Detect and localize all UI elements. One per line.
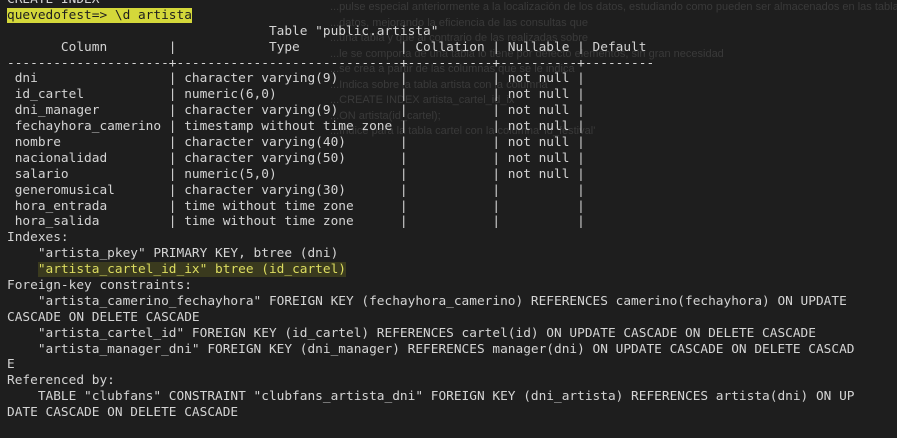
terminal-line: Column | Type | Collation | Nullable | D…	[7, 39, 647, 55]
terminal-line: "artista_camerino_fechayhora" FOREIGN KE…	[7, 293, 847, 309]
terminal-output[interactable]: CREATE INDEXquevedofest=> \d artista Tab…	[7, 0, 897, 421]
terminal-line: fechayhora_camerino | timestamp without …	[7, 119, 585, 135]
terminal-line: Table "public.artista"	[7, 23, 439, 39]
terminal-line: id_cartel | numeric(6,0) | | not null |	[7, 87, 585, 103]
terminal-line: Indexes:	[7, 230, 69, 246]
terminal-line: dni_manager | character varying(9) | | n…	[7, 103, 585, 119]
terminal-line: "artista_manager_dni" FOREIGN KEY (dni_m…	[7, 341, 855, 357]
terminal-line: hora_entrada | time without time zone | …	[7, 198, 585, 214]
terminal-line: ---------------------+------------------…	[7, 55, 655, 71]
terminal-line: DATE CASCADE ON DELETE CASCADE	[7, 405, 239, 421]
terminal-line: nombre | character varying(40) | | not n…	[7, 135, 585, 151]
terminal-line: CASCADE ON DELETE CASCADE	[7, 309, 200, 325]
command-prompt-line: quevedofest=> \d artista	[7, 7, 897, 24]
terminal-line: "artista_pkey" PRIMARY KEY, btree (dni)	[7, 246, 339, 262]
highlighted-index-line: "artista_cartel_id_ix" btree (id_cartel)	[7, 262, 897, 278]
terminal-line: Referenced by:	[7, 373, 115, 389]
terminal-line: dni | character varying(9) | | not null …	[7, 71, 585, 87]
terminal-line: nacionalidad | character varying(50) | |…	[7, 150, 585, 166]
terminal-line: generomusical | character varying(30) | …	[7, 182, 585, 198]
terminal-line: TABLE "clubfans" CONSTRAINT "clubfans_ar…	[7, 389, 855, 405]
terminal-line: salario | numeric(5,0) | | not null |	[7, 166, 585, 182]
terminal-line: E	[7, 357, 15, 373]
terminal-line: CREATE INDEX	[7, 0, 897, 8]
highlighted-text: "artista_cartel_id_ix" btree (id_cartel)	[37, 262, 347, 278]
prompt-text: quevedofest=> \d artista	[7, 7, 192, 23]
terminal-line: Foreign-key constraints:	[7, 278, 192, 294]
terminal-line: hora_salida | time without time zone | |…	[7, 214, 585, 230]
terminal-line: "artista_cartel_id" FOREIGN KEY (id_cart…	[7, 325, 816, 341]
